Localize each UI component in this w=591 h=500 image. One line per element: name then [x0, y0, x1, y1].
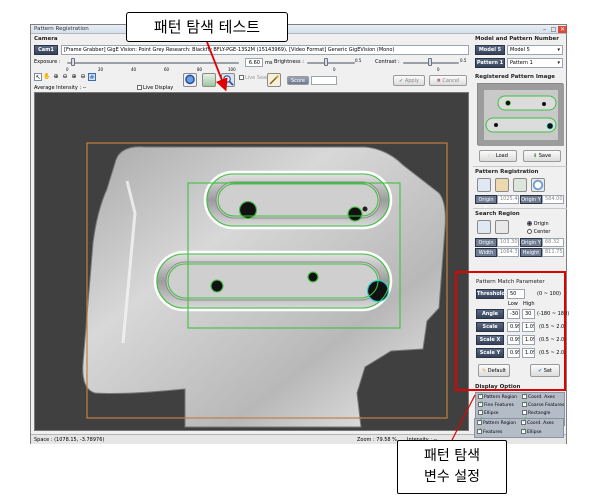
top-arrow	[206, 41, 228, 92]
annotation-arrows	[206, 41, 476, 441]
bottom-arrow	[451, 394, 476, 441]
